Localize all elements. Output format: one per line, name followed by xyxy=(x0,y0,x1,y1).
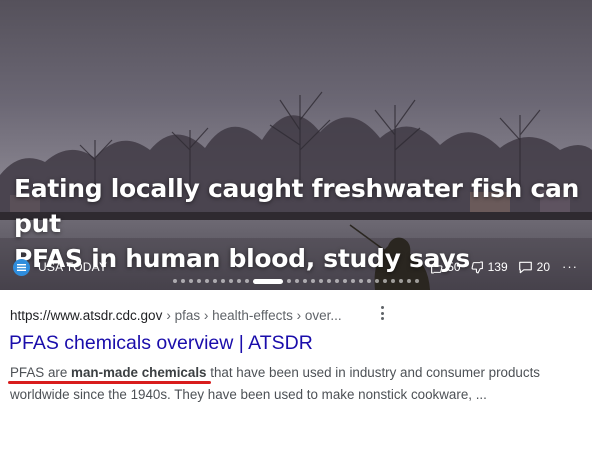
thumbs-down-icon xyxy=(471,261,483,273)
kebab-dot xyxy=(381,311,384,315)
snippet-highlight: man-made chemicals xyxy=(71,365,207,380)
carousel-dot[interactable] xyxy=(311,279,315,283)
comment-icon xyxy=(518,261,532,273)
more-icon[interactable]: ··· xyxy=(562,260,578,273)
like-button[interactable]: 50 xyxy=(430,260,461,274)
carousel-dot[interactable] xyxy=(229,279,233,283)
carousel-dot[interactable] xyxy=(399,279,403,283)
carousel-pager xyxy=(0,277,592,285)
carousel-dot-active[interactable] xyxy=(253,278,283,284)
carousel-dot[interactable] xyxy=(367,279,371,283)
source[interactable]: USA TODAY xyxy=(13,258,107,276)
carousel-dot[interactable] xyxy=(319,279,323,283)
carousel-dot[interactable] xyxy=(173,279,177,283)
carousel-dot[interactable] xyxy=(213,279,217,283)
carousel-dot[interactable] xyxy=(415,279,419,283)
result-snippet: PFAS are man-made chemicals that have be… xyxy=(10,362,580,406)
dislike-count: 139 xyxy=(487,260,508,274)
carousel-dot[interactable] xyxy=(295,279,299,283)
result-url-path: › pfas › health-effects › over... xyxy=(166,307,342,323)
like-count: 50 xyxy=(447,260,461,274)
reaction-bar: 50 139 20 ··· xyxy=(420,258,578,276)
usa-today-logo xyxy=(13,258,30,276)
news-card[interactable]: Eating locally caught freshwater fish ca… xyxy=(0,0,592,290)
headline-line-1: Eating locally caught freshwater fish ca… xyxy=(14,174,580,238)
snippet-text-before: PFAS are xyxy=(10,365,72,380)
kebab-dot xyxy=(381,317,384,320)
usa-today-logo-mark xyxy=(17,263,26,271)
result-url[interactable]: https://www.atsdr.cdc.gov › pfas › healt… xyxy=(10,306,342,324)
carousel-dot[interactable] xyxy=(221,279,225,283)
carousel-dot[interactable] xyxy=(327,279,331,283)
carousel-dot[interactable] xyxy=(303,279,307,283)
comment-count: 20 xyxy=(536,260,550,274)
result-menu-icon[interactable] xyxy=(381,304,387,322)
carousel-dot[interactable] xyxy=(205,279,209,283)
snippet-line-2: worldwide since the 1940s. They have bee… xyxy=(10,387,487,402)
thumbs-up-icon xyxy=(431,261,443,273)
carousel-dot[interactable] xyxy=(391,279,395,283)
result-title-link[interactable]: PFAS chemicals overview | ATSDR xyxy=(9,332,313,355)
kebab-dot xyxy=(381,306,384,309)
carousel-dot[interactable] xyxy=(287,279,291,283)
red-underline-annotation xyxy=(8,381,211,384)
result-url-domain: https://www.atsdr.cdc.gov xyxy=(10,307,163,323)
carousel-dot[interactable] xyxy=(351,279,355,283)
carousel-dot[interactable] xyxy=(359,279,363,283)
snippet-text-after: that have been used in industry and cons… xyxy=(206,365,540,380)
dislike-button[interactable]: 139 xyxy=(471,260,508,274)
comment-button[interactable]: 20 xyxy=(518,260,550,274)
carousel-dot[interactable] xyxy=(237,279,241,283)
carousel-dot[interactable] xyxy=(375,279,379,283)
carousel-dot[interactable] xyxy=(181,279,185,283)
carousel-dot[interactable] xyxy=(245,279,249,283)
carousel-dot[interactable] xyxy=(189,279,193,283)
carousel-dot[interactable] xyxy=(383,279,387,283)
carousel-dot[interactable] xyxy=(335,279,339,283)
carousel-dot[interactable] xyxy=(197,279,201,283)
carousel-dot[interactable] xyxy=(343,279,347,283)
carousel-dot[interactable] xyxy=(407,279,411,283)
source-name: USA TODAY xyxy=(38,260,108,274)
